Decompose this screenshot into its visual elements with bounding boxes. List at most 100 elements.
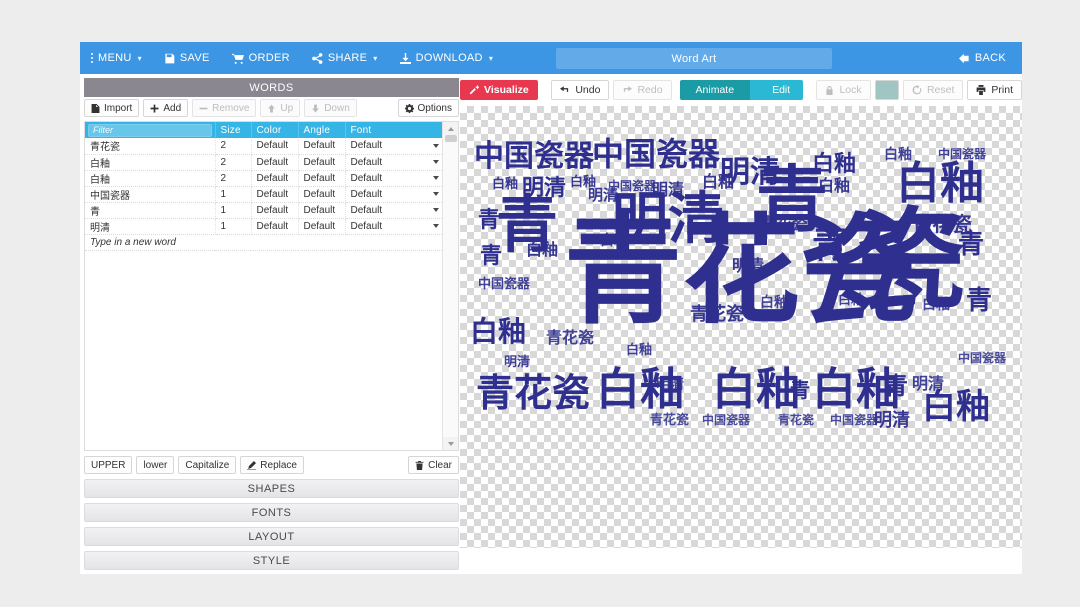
clear-button[interactable]: Clear: [408, 456, 459, 474]
row-angle-cell[interactable]: Default: [298, 186, 345, 202]
word-cloud-word[interactable]: 青: [790, 380, 810, 400]
word-cloud-word[interactable]: 中国瓷器: [958, 352, 1006, 364]
row-word-cell[interactable]: 中国瓷器: [85, 186, 215, 202]
replace-button[interactable]: Replace: [240, 456, 304, 474]
row-font-cell[interactable]: Default: [345, 154, 443, 170]
lock-button[interactable]: Lock: [816, 80, 870, 100]
remove-word-button[interactable]: Remove: [192, 99, 256, 117]
print-button[interactable]: Print: [967, 80, 1022, 100]
word-cloud-word[interactable]: 青花瓷: [650, 414, 689, 427]
word-cloud-word[interactable]: 白釉: [526, 242, 558, 258]
row-font-cell[interactable]: Default: [345, 138, 443, 154]
table-row[interactable]: 白釉2DefaultDefaultDefault: [85, 170, 443, 186]
new-word-row[interactable]: Type in a new word: [85, 234, 443, 250]
scrollbar-thumb[interactable]: [445, 135, 457, 142]
row-font-cell[interactable]: Default: [345, 186, 443, 202]
word-cloud-word[interactable]: 白釉: [712, 368, 800, 412]
accordion-style[interactable]: STYLE: [84, 551, 459, 570]
row-color-cell[interactable]: Default: [251, 186, 298, 202]
size-column-header[interactable]: Size: [215, 122, 251, 138]
word-cloud-word[interactable]: 中国瓷器: [478, 278, 530, 291]
row-size-cell[interactable]: 1: [215, 202, 251, 218]
share-button[interactable]: SHARE ▾: [301, 42, 389, 74]
table-row[interactable]: 青花瓷2DefaultDefaultDefault: [85, 138, 443, 154]
row-font-cell[interactable]: Default: [345, 170, 443, 186]
word-cloud-word[interactable]: 白釉: [922, 298, 950, 312]
document-title-field[interactable]: Word Art: [556, 48, 832, 69]
row-color-cell[interactable]: Default: [251, 170, 298, 186]
row-size-cell[interactable]: 1: [215, 218, 251, 234]
visualize-button[interactable]: Visualize: [460, 80, 538, 100]
word-cloud-word[interactable]: 青花瓷: [778, 414, 814, 426]
row-font-cell[interactable]: Default: [345, 202, 443, 218]
word-cloud-word[interactable]: 中国瓷器: [592, 138, 720, 170]
row-color-cell[interactable]: Default: [251, 138, 298, 154]
row-word-cell[interactable]: 明清: [85, 218, 215, 234]
row-angle-cell[interactable]: Default: [298, 202, 345, 218]
menu-button[interactable]: MENU ▾: [80, 42, 153, 74]
lowercase-button[interactable]: lower: [136, 456, 174, 474]
chevron-down-icon[interactable]: [433, 176, 439, 180]
chevron-down-icon[interactable]: [433, 208, 439, 212]
uppercase-button[interactable]: UPPER: [84, 456, 132, 474]
save-button[interactable]: SAVE: [153, 42, 221, 74]
row-size-cell[interactable]: 2: [215, 138, 251, 154]
row-angle-cell[interactable]: Default: [298, 170, 345, 186]
import-button[interactable]: Import: [84, 99, 139, 117]
accordion-fonts[interactable]: FONTS: [84, 503, 459, 522]
word-cloud-canvas[interactable]: 中国瓷器中国瓷器白釉白釉明清中国瓷器明清明清白釉青青青明清白釉白釉中国瓷器青花瓷…: [460, 106, 1022, 548]
accordion-layout[interactable]: LAYOUT: [84, 527, 459, 546]
angle-column-header[interactable]: Angle: [298, 122, 345, 138]
word-cloud-word[interactable]: 青: [812, 228, 848, 264]
row-angle-cell[interactable]: Default: [298, 154, 345, 170]
animate-tab[interactable]: Animate: [680, 80, 751, 100]
word-cloud-word[interactable]: 青: [480, 246, 502, 268]
word-cloud-word[interactable]: 明清: [874, 412, 910, 430]
row-word-cell[interactable]: 白釉: [85, 154, 215, 170]
back-button[interactable]: BACK: [951, 42, 1014, 74]
word-cloud-word[interactable]: 明清: [732, 258, 764, 274]
row-word-cell[interactable]: 青花瓷: [85, 138, 215, 154]
color-swatch-button[interactable]: [875, 80, 899, 100]
word-cloud-word[interactable]: 白釉: [922, 390, 990, 424]
accordion-shapes[interactable]: SHAPES: [84, 479, 459, 498]
chevron-down-icon[interactable]: [433, 224, 439, 228]
word-cloud-word[interactable]: 白釉: [626, 344, 652, 357]
word-cloud-word[interactable]: 中国瓷器: [830, 414, 878, 426]
row-angle-cell[interactable]: Default: [298, 138, 345, 154]
word-cloud-word[interactable]: 青: [966, 288, 992, 314]
word-cloud-word[interactable]: 青花瓷: [760, 216, 808, 232]
row-font-cell[interactable]: Default: [345, 218, 443, 234]
row-word-cell[interactable]: 青: [85, 202, 215, 218]
chevron-down-icon[interactable]: [433, 144, 439, 148]
move-down-button[interactable]: Down: [304, 99, 357, 117]
row-size-cell[interactable]: 2: [215, 154, 251, 170]
table-row[interactable]: 青1DefaultDefaultDefault: [85, 202, 443, 218]
word-cloud-word[interactable]: 中国瓷器: [474, 142, 594, 172]
word-cloud-word[interactable]: 白釉: [470, 318, 526, 346]
order-button[interactable]: ORDER: [221, 42, 301, 74]
edit-tab[interactable]: Edit: [750, 80, 803, 100]
table-scrollbar[interactable]: [442, 122, 458, 450]
row-word-cell[interactable]: 白釉: [85, 170, 215, 186]
word-cloud-word[interactable]: 青: [884, 374, 908, 398]
word-cloud-word[interactable]: 青花瓷: [546, 330, 594, 346]
chevron-down-icon[interactable]: [433, 192, 439, 196]
row-size-cell[interactable]: 1: [215, 186, 251, 202]
row-color-cell[interactable]: Default: [251, 202, 298, 218]
table-row[interactable]: 明清1DefaultDefaultDefault: [85, 218, 443, 234]
filter-input[interactable]: [88, 124, 212, 137]
chevron-down-icon[interactable]: [433, 160, 439, 164]
table-row[interactable]: 中国瓷器1DefaultDefaultDefault: [85, 186, 443, 202]
word-cloud-word[interactable]: 白釉: [760, 296, 788, 310]
move-up-button[interactable]: Up: [260, 99, 300, 117]
row-size-cell[interactable]: 2: [215, 170, 251, 186]
word-cloud-word[interactable]: 明清: [504, 356, 530, 369]
font-column-header[interactable]: Font: [345, 122, 443, 138]
word-cloud-word[interactable]: 白釉: [838, 294, 864, 307]
word-cloud-word[interactable]: 明清: [656, 378, 684, 392]
row-angle-cell[interactable]: Default: [298, 218, 345, 234]
scrollbar-down-button[interactable]: [443, 437, 459, 450]
options-button[interactable]: Options: [398, 99, 459, 117]
scrollbar-up-button[interactable]: [443, 122, 459, 135]
